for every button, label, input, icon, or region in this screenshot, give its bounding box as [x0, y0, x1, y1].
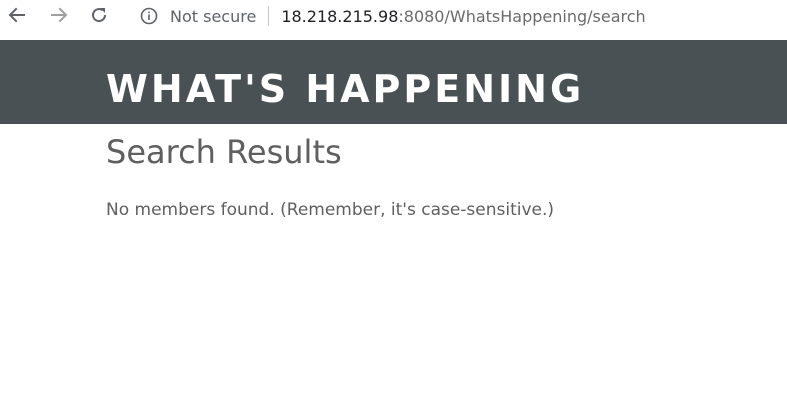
arrow-left-icon — [8, 7, 25, 23]
info-circle-icon[interactable] — [140, 7, 158, 25]
address-bar[interactable]: Not secure 18.218.215.98:8080/WhatsHappe… — [140, 3, 646, 29]
security-status-label[interactable]: Not secure — [170, 7, 256, 26]
forward-button[interactable] — [44, 0, 74, 30]
browser-toolbar: Not secure 18.218.215.98:8080/WhatsHappe… — [0, 0, 787, 40]
reload-button[interactable] — [84, 0, 114, 30]
back-button[interactable] — [2, 0, 32, 30]
url-host[interactable]: 18.218.215.98 — [281, 7, 398, 26]
search-result-message: No members found. (Remember, it's case-s… — [106, 200, 555, 220]
site-title: WHAT'S HAPPENING — [106, 67, 585, 111]
page-title: Search Results — [106, 133, 342, 171]
arrow-right-icon — [51, 7, 68, 23]
url-path[interactable]: :8080/WhatsHappening/search — [398, 7, 645, 26]
address-divider — [268, 6, 270, 26]
reload-icon — [92, 8, 107, 23]
site-header: WHAT'S HAPPENING — [0, 40, 787, 124]
